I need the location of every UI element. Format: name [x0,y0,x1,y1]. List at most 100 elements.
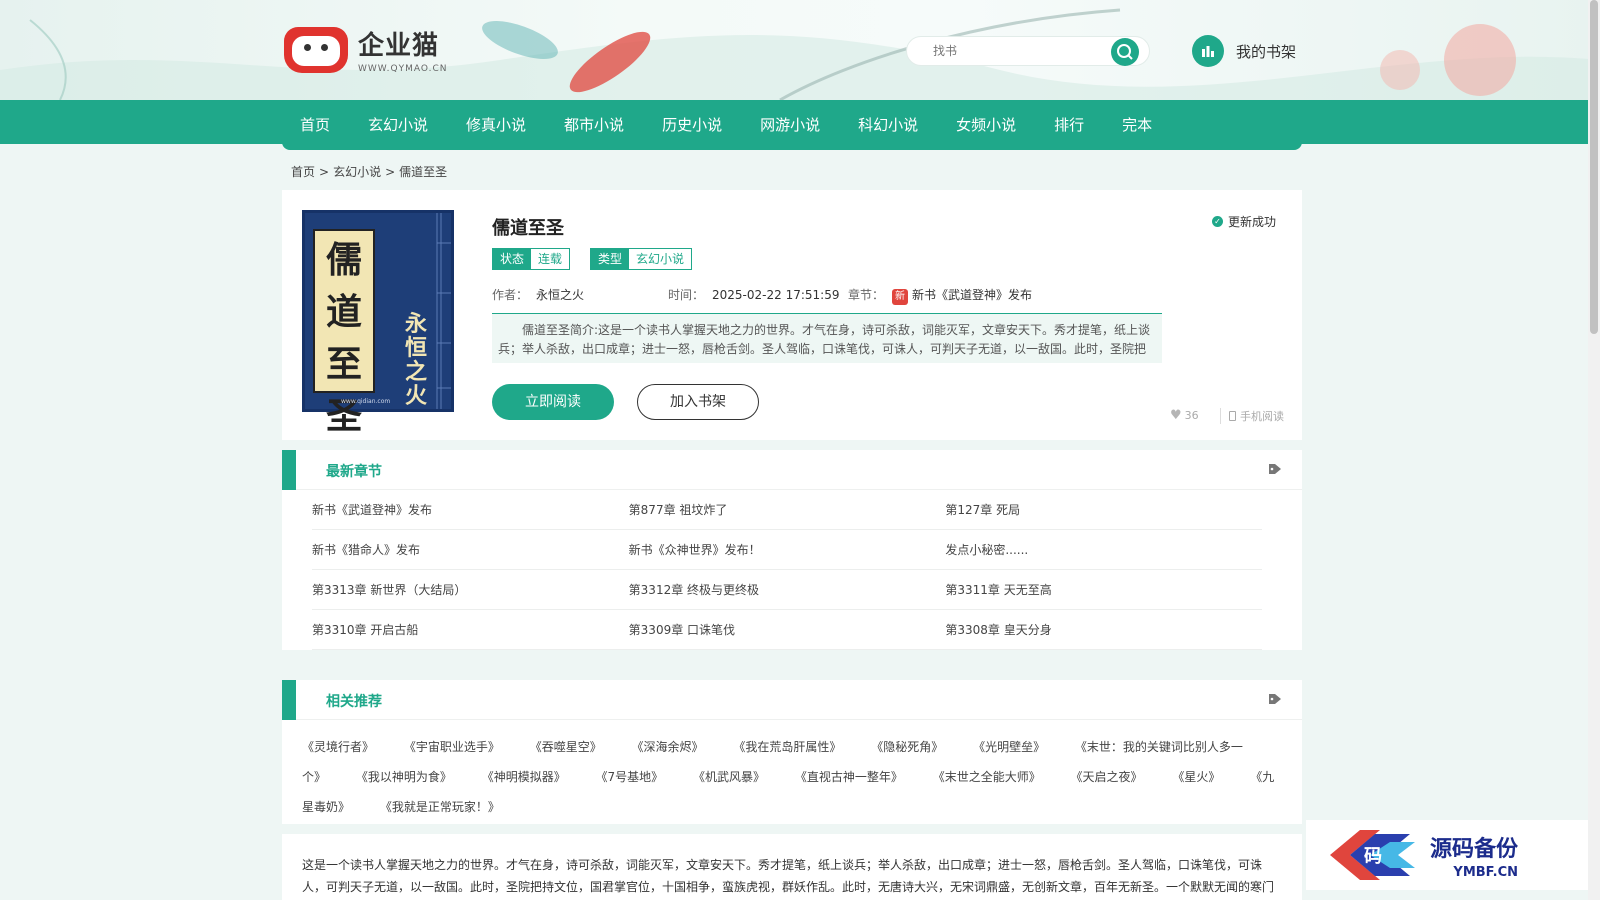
book-intro: 儒道至圣简介:这是一个读书人掌握天地之力的世界。才气在身，诗可杀敌，词能灭军，文… [492,313,1162,363]
book-info-card: 儒 道 至 圣 永恒之火 www.qidian.com 儒道至圣 ✓ 更新成功 … [282,190,1302,440]
recommend-list: 《灵境行者》 《宇宙职业选手》 《吞噬星空》 《深海余烬》 《我在荒岛肝属性》 … [302,732,1282,822]
chapter-link[interactable]: 第877章 祖坟炸了 [629,501,946,518]
tag-icon [1269,694,1281,704]
nav-item-urban[interactable]: 都市小说 [564,103,624,147]
recommend-link[interactable]: 《天启之夜》 [1071,770,1143,784]
mobile-read-link[interactable]: 手机阅读 [1220,408,1284,424]
nav-item-ranking[interactable]: 排行 [1054,103,1084,147]
recommend-link[interactable]: 《我以神明为食》 [356,770,452,784]
status-tag: 状态 连载 [492,248,571,270]
page-scrollbar[interactable] [1588,0,1600,900]
cover-author: 永恒之火 [404,312,427,409]
recommend-link[interactable]: 《我在荒岛肝属性》 [733,740,841,754]
breadcrumb-home[interactable]: 首页 [291,165,315,179]
phone-icon [1229,411,1236,421]
site-header: 企业猫 WWW.QYMAO.CN 我的书架 [0,0,1600,100]
new-badge: 新 [892,289,909,305]
chapter-link[interactable]: 第3310章 开启古船 [312,621,629,638]
like-count[interactable]: ♥ 36 [1170,408,1199,423]
cover-title: 儒 道 至 圣 [313,229,375,437]
nav-item-completed[interactable]: 完本 [1122,103,1152,147]
chapter-info: 章节：新新书《武道登神》发布 [848,286,1032,305]
main-nav: 首页 玄幻小说 修真小说 都市小说 历史小说 网游小说 科幻小说 女频小说 排行… [0,100,1588,150]
chapter-link[interactable]: 发点小秘密...... [945,541,1262,558]
nav-item-game[interactable]: 网游小说 [760,103,820,147]
type-tag[interactable]: 类型 玄幻小说 [590,248,693,270]
chapter-link[interactable]: 第3312章 终极与更终极 [629,581,946,598]
breadcrumb-separator: > [385,165,396,179]
logo-name: 企业猫 [358,31,440,61]
recommend-link[interactable]: 《星火》 [1172,770,1220,784]
search-bar [906,36,1150,66]
search-icon [1117,44,1133,60]
nav-item-female[interactable]: 女频小说 [956,103,1016,147]
breadcrumb-category[interactable]: 玄幻小说 [333,165,381,179]
breadcrumb: 首页 > 玄幻小说 > 儒道至圣 [291,163,451,180]
heart-icon: ♥ [1170,408,1182,423]
scrollbar-thumb[interactable] [1590,0,1598,334]
chapter-link[interactable]: 第127章 死局 [945,501,1262,518]
nav-item-fantasy[interactable]: 玄幻小说 [368,103,428,147]
chapter-link[interactable]: 第3311章 天无至高 [945,581,1262,598]
nav-item-home[interactable]: 首页 [300,103,330,147]
recommend-link[interactable]: 《深海余烬》 [632,740,704,754]
bookshelf-label: 我的书架 [1236,42,1297,61]
book-title: 儒道至圣 [492,218,564,239]
author-link[interactable]: 永恒之火 [536,288,584,302]
watermark-url: YMBF.CN [1453,864,1519,880]
section-marker [282,450,296,490]
chapter-link[interactable]: 新书《众神世界》发布！ [629,541,946,558]
section-title: 相关推荐 [326,694,382,710]
chapter-link[interactable]: 新书《猎命人》发布 [312,541,629,558]
section-title: 最新章节 [326,464,382,480]
chapter-link[interactable]: 第3309章 口诛笔伐 [629,621,946,638]
nav-item-xianxia[interactable]: 修真小说 [466,103,526,147]
book-cover[interactable]: 儒 道 至 圣 永恒之火 www.qidian.com [302,210,454,437]
recommend-panel: 相关推荐 《灵境行者》 《宇宙职业选手》 《吞噬星空》 《深海余烬》 《我在荒岛… [282,680,1302,824]
breadcrumb-separator: > [319,165,330,179]
recommend-link[interactable]: 《宇宙职业选手》 [404,740,500,754]
chapter-link[interactable]: 新书《武道登神》发布 [312,501,629,518]
read-now-button[interactable]: 立即阅读 [492,384,614,420]
recommend-link[interactable]: 《神明模拟器》 [482,770,566,784]
watermark-logo-icon: 码 [1330,830,1415,880]
breadcrumb-current: 儒道至圣 [399,165,448,179]
chapter-row: 第3313章 新世界（大结局） 第3312章 终极与更终极 第3311章 天无至… [312,570,1262,610]
latest-chapters-panel: 最新章节 新书《武道登神》发布 第877章 祖坟炸了 第127章 死局 新书《猎… [282,450,1302,650]
nav-item-history[interactable]: 历史小说 [662,103,722,147]
recommend-link[interactable]: 《末世之全能大师》 [933,770,1041,784]
full-description: 这是一个读书人掌握天地之力的世界。才气在身，诗可杀敌，词能灭军，文章安天下。秀才… [282,834,1302,900]
update-status: ✓ 更新成功 [1212,213,1276,230]
recommend-link[interactable]: 《光明壁垒》 [973,740,1045,754]
my-bookshelf-link[interactable]: 我的书架 [1192,35,1296,67]
search-button[interactable] [1111,38,1139,66]
cat-logo-icon [284,26,348,73]
latest-chapter-link[interactable]: 新书《武道登神》发布 [912,288,1032,302]
bookshelf-icon [1192,35,1224,67]
site-logo[interactable]: 企业猫 WWW.QYMAO.CN [284,25,447,74]
nav-item-scifi[interactable]: 科幻小说 [858,103,918,147]
author-info: 作者： 永恒之火 [492,288,585,302]
recommend-link[interactable]: 《我就是正常玩家！》 [380,800,500,814]
recommend-link[interactable]: 《灵境行者》 [302,740,374,754]
tag-icon [1269,464,1281,474]
recommend-link[interactable]: 《机武风暴》 [693,770,765,784]
recommend-link[interactable]: 《直视古神一整年》 [795,770,903,784]
chapter-row: 新书《猎命人》发布 新书《众神世界》发布！ 发点小秘密...... [312,530,1262,570]
chapter-link[interactable]: 第3308章 皇天分身 [945,621,1262,638]
recommend-link[interactable]: 《隐秘死角》 [871,740,943,754]
check-icon: ✓ [1212,216,1223,227]
search-input[interactable] [907,37,1097,65]
cover-footer: www.qidian.com [341,398,391,405]
chapter-row: 第3310章 开启古船 第3309章 口诛笔伐 第3308章 皇天分身 [312,610,1262,650]
header-decoration [0,8,1600,100]
time-info: 时间： 2025-02-22 17:51:59 [668,288,840,302]
book-tags: 状态 连载 类型 玄幻小说 [492,248,712,270]
recommend-link[interactable]: 《7号基地》 [596,770,664,784]
chapter-row: 新书《武道登神》发布 第877章 祖坟炸了 第127章 死局 [312,490,1262,530]
watermark: 码 源码备份 YMBF.CN [1306,820,1596,890]
chapter-link[interactable]: 第3313章 新世界（大结局） [312,581,629,598]
add-to-shelf-button[interactable]: 加入书架 [637,384,759,420]
watermark-logo-text: 码 [1364,846,1382,867]
recommend-link[interactable]: 《吞噬星空》 [530,740,602,754]
